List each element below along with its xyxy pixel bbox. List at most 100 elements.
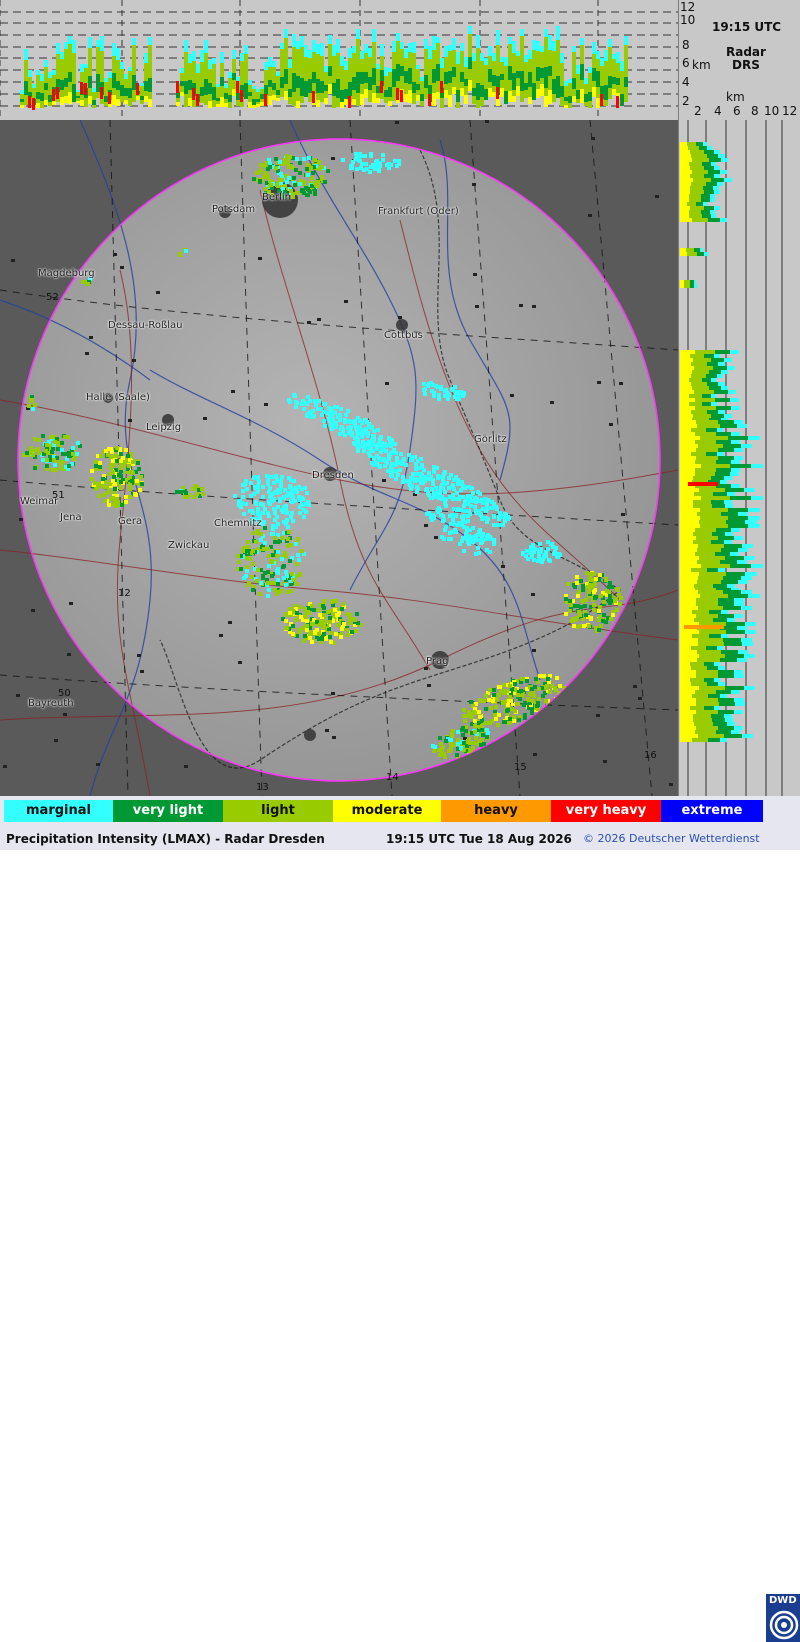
precipitation-cell [297, 628, 301, 632]
reflectivity-cell [734, 448, 743, 452]
reflectivity-cell [360, 72, 364, 84]
precipitation-cell [31, 407, 35, 411]
city-label: Dessau-Roßlau [108, 320, 183, 331]
precipitation-cell [607, 585, 611, 589]
reflectivity-cell [721, 512, 738, 516]
reflectivity-cell [420, 81, 424, 94]
precipitation-cell [464, 497, 468, 501]
precipitation-cell [474, 736, 478, 740]
reflectivity-cell [512, 41, 516, 53]
precipitation-cell [381, 153, 385, 157]
reflectivity-cell [624, 36, 628, 45]
reflectivity-cell [680, 350, 695, 354]
reflectivity-cell [715, 350, 730, 354]
reflectivity-cell [604, 100, 608, 106]
reflectivity-cell [680, 698, 696, 702]
precipitation-cell [259, 538, 263, 542]
reflectivity-cell [680, 524, 700, 528]
reflectivity-cell [48, 102, 52, 106]
precipitation-cell [492, 502, 496, 506]
reflectivity-cell [308, 79, 312, 93]
precipitation-cell [249, 481, 253, 485]
precipitation-cell [434, 486, 438, 490]
reflectivity-cell [616, 78, 620, 85]
precipitation-cell [288, 400, 292, 404]
lat-label: 52 [46, 292, 59, 303]
precipitation-cell [356, 440, 360, 444]
reflectivity-cell [624, 77, 628, 87]
reflectivity-cell [148, 92, 152, 99]
reflectivity-cell [480, 61, 484, 85]
precipitation-cell [572, 624, 576, 628]
precipitation-cell [485, 537, 489, 541]
reflectivity-cell [92, 100, 96, 105]
precipitation-cell [251, 549, 255, 553]
precipitation-cell [481, 733, 485, 737]
reflectivity-cell [448, 83, 452, 95]
reflectivity-cell [694, 248, 700, 252]
reflectivity-cell [80, 82, 83, 94]
precipitation-cell [107, 503, 111, 507]
reflectivity-cell [680, 406, 695, 410]
reflectivity-cell [560, 53, 564, 63]
precipitation-cell [493, 713, 497, 717]
reflectivity-cell [714, 166, 720, 170]
precipitation-cell [580, 599, 584, 603]
reflectivity-cell [504, 57, 508, 66]
precipitation-cell [30, 398, 34, 402]
lat-label: 50 [58, 688, 71, 699]
reflectivity-cell [710, 210, 715, 214]
reflectivity-cell [456, 52, 460, 64]
precipitation-cell [301, 399, 305, 403]
reflectivity-cell [568, 79, 572, 83]
precipitation-cell [529, 547, 533, 551]
precipitation-cell [273, 509, 277, 513]
precipitation-cell [478, 528, 482, 532]
reflectivity-cell [698, 638, 723, 642]
reflectivity-cell [731, 468, 740, 472]
reflectivity-cell [706, 646, 717, 650]
precipitation-cell [103, 485, 107, 489]
precipitation-cell [284, 504, 288, 508]
reflectivity-cell [572, 78, 576, 89]
precipitation-cell [302, 180, 306, 184]
reflectivity-cell [100, 51, 104, 82]
reflectivity-cell [748, 516, 760, 520]
reflectivity-cell [492, 53, 496, 61]
reflectivity-cell [328, 66, 332, 76]
reflectivity-cell [695, 690, 716, 694]
precipitation-cell [285, 161, 289, 165]
precipitation-cell [450, 734, 454, 738]
precipitation-cell [615, 587, 619, 591]
precipitation-cell [246, 540, 250, 544]
precipitation-cell [273, 518, 277, 522]
reflectivity-cell [552, 94, 556, 102]
precipitation-cell [588, 578, 592, 582]
reflectivity-cell [512, 90, 516, 96]
reflectivity-cell [723, 576, 741, 580]
reflectivity-cell [748, 524, 760, 528]
town-marker [63, 713, 67, 716]
reflectivity-cell [492, 92, 496, 97]
reflectivity-cell [690, 190, 704, 194]
precipitation-cell [53, 463, 57, 467]
precipitation-cell [413, 478, 417, 482]
precipitation-cell [397, 159, 401, 163]
reflectivity-cell [352, 90, 356, 99]
precipitation-cell [477, 710, 481, 714]
reflectivity-cell [68, 72, 72, 82]
reflectivity-cell [352, 53, 356, 77]
precipitation-cell [334, 599, 338, 603]
reflectivity-cell [718, 410, 725, 414]
reflectivity-cell [400, 76, 404, 89]
precipitation-cell [345, 628, 349, 632]
reflectivity-cell [492, 61, 496, 75]
precipitation-cell [455, 491, 459, 495]
reflectivity-cell [727, 722, 735, 726]
reflectivity-cell [680, 146, 688, 150]
precipitation-cell [115, 497, 119, 501]
reflectivity-cell [500, 88, 504, 97]
precipitation-cell [454, 475, 458, 479]
reflectivity-cell [704, 252, 708, 256]
reflectivity-cell [336, 79, 340, 98]
